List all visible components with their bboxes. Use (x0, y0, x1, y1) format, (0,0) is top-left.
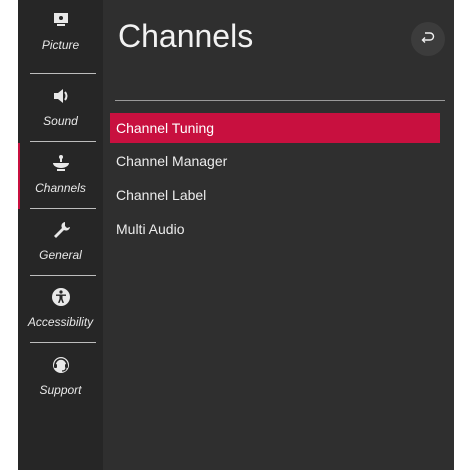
back-button[interactable] (411, 22, 445, 56)
sidebar: Picture Sound Channels General Accessibi… (18, 0, 103, 470)
sidebar-divider (30, 275, 96, 276)
sidebar-divider (30, 141, 96, 142)
menu-item-channel-label[interactable]: Channel Label (110, 180, 440, 210)
sidebar-item-general[interactable]: General (18, 210, 103, 276)
support-headset-icon (18, 355, 103, 379)
sidebar-item-sound[interactable]: Sound (18, 76, 103, 142)
satellite-dish-icon (18, 153, 103, 177)
sidebar-item-channels[interactable]: Channels (18, 143, 103, 209)
picture-icon (18, 10, 103, 34)
sidebar-item-label: General (39, 248, 82, 262)
sidebar-item-label: Accessibility (27, 315, 94, 329)
wrench-icon (18, 220, 103, 244)
sidebar-item-label: Picture (41, 38, 80, 52)
sidebar-item-label: Sound (43, 114, 78, 128)
sidebar-item-label: Support (39, 383, 82, 397)
menu-item-channel-manager[interactable]: Channel Manager (110, 146, 440, 176)
settings-screen: Picture Sound Channels General Accessibi… (18, 0, 454, 470)
page-title: Channels (118, 18, 254, 54)
sidebar-divider (30, 342, 96, 343)
sidebar-item-picture[interactable]: Picture (18, 0, 103, 66)
menu-item-multi-audio[interactable]: Multi Audio (110, 214, 440, 244)
sidebar-item-support[interactable]: Support (18, 345, 103, 411)
sidebar-divider (30, 73, 96, 74)
divider (115, 100, 445, 101)
accessibility-icon (18, 287, 103, 311)
menu-item-channel-tuning[interactable]: Channel Tuning (110, 113, 440, 143)
sidebar-divider (30, 208, 96, 209)
back-arrow-icon (420, 29, 436, 50)
main-panel: Channels Channel Tuning Channel Manager … (103, 0, 454, 470)
sidebar-item-accessibility[interactable]: Accessibility (18, 277, 103, 343)
speaker-icon (18, 86, 103, 110)
sidebar-item-label: Channels (35, 181, 86, 195)
